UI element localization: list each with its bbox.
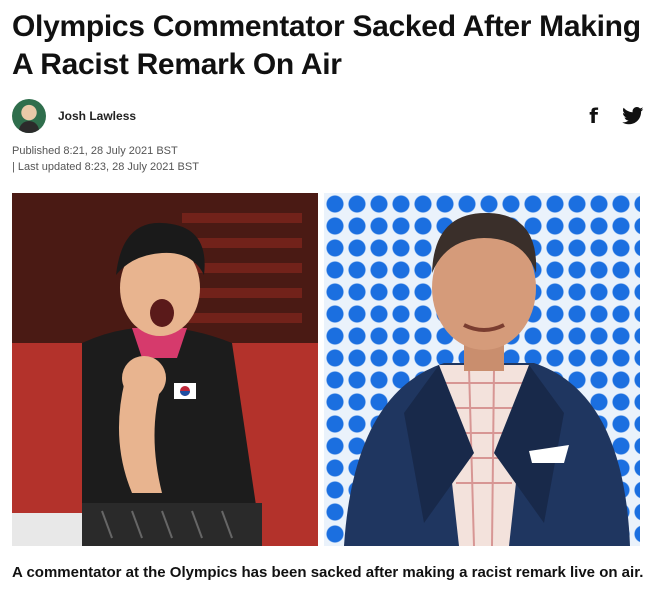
byline: Josh Lawless f: [12, 98, 652, 134]
article-headline: Olympics Commentator Sacked After Making…: [12, 10, 641, 81]
share-buttons: f: [589, 104, 652, 128]
author-name[interactable]: Josh Lawless: [58, 109, 136, 123]
image-caption: A commentator at the Olympics has been s…: [12, 564, 644, 581]
author-avatar[interactable]: [12, 99, 46, 133]
commentator-photo: [324, 193, 640, 546]
published-time: Published 8:21, 28 July 2021 BST: [12, 145, 178, 157]
twitter-icon[interactable]: [622, 107, 644, 125]
updated-time: | Last updated 8:23, 28 July 2021 BST: [12, 161, 199, 173]
article-image[interactable]: [12, 193, 640, 546]
athlete-photo: [12, 193, 318, 546]
facebook-icon[interactable]: f: [589, 104, 598, 128]
article-meta: Published 8:21, 28 July 2021 BST | Last …: [12, 143, 199, 175]
